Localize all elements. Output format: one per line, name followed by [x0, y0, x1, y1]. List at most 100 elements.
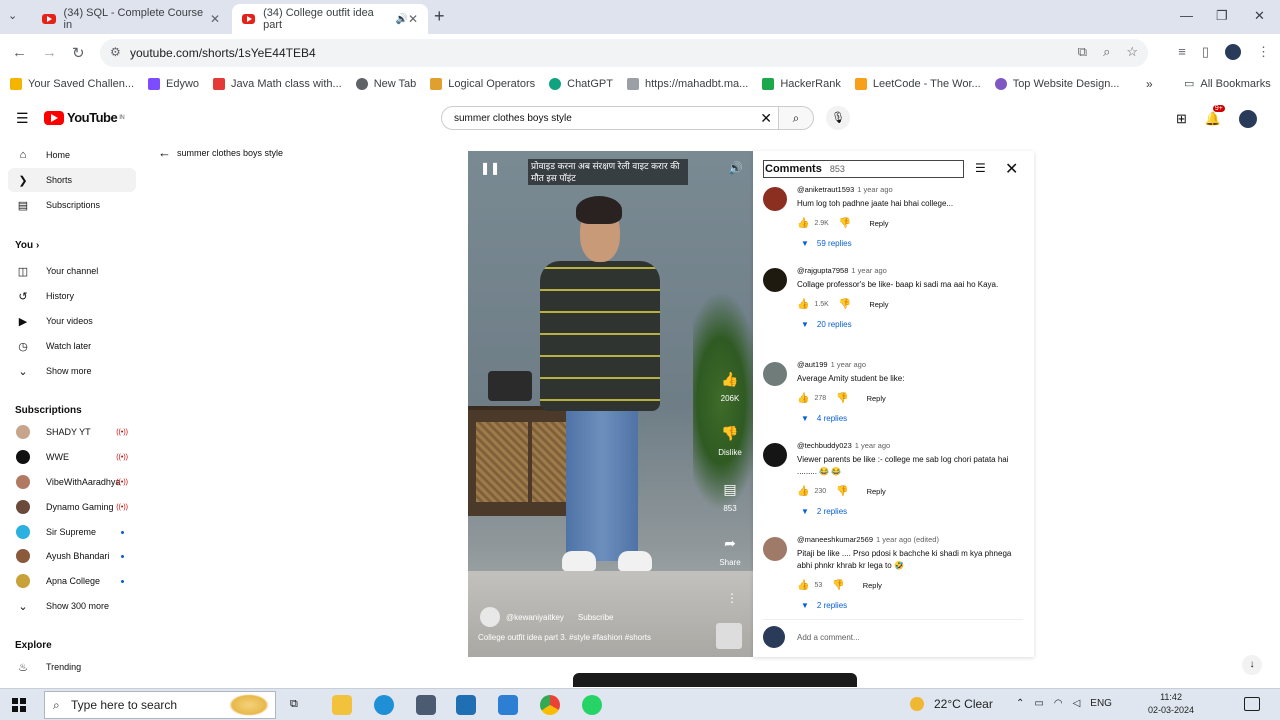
create-icon[interactable]: ⊞ — [1176, 111, 1187, 127]
bookmark-item[interactable]: Your Saved Challen... — [10, 78, 134, 90]
sidebar-item-show-more[interactable]: ⌄ Show more — [8, 359, 136, 383]
view-replies-button[interactable]: ▼ 2 replies — [801, 507, 1017, 516]
bookmark-item[interactable]: Java Math class with... — [213, 78, 342, 90]
sidebar-item-show-more-subs[interactable]: ⌄ Show 300 more — [8, 594, 136, 618]
comment-avatar[interactable] — [763, 537, 787, 561]
edge-browser-icon[interactable] — [374, 695, 394, 715]
comment-author[interactable]: @aut199 — [797, 360, 828, 369]
bookmark-item[interactable]: New Tab — [355, 78, 416, 90]
reply-button[interactable]: Reply — [869, 219, 888, 228]
browser-tab-2[interactable]: (34) College outfit idea part 🔊 ✕ — [232, 4, 428, 34]
bookmark-star-icon[interactable]: ☆ — [1126, 44, 1138, 60]
comment-time[interactable]: 1 year ago — [851, 266, 886, 275]
taskbar-search-input[interactable]: ⌕ Type here to search — [44, 691, 276, 719]
back-arrow-icon[interactable]: ← — [12, 44, 27, 61]
thumbs-up-icon[interactable]: 👍 — [797, 580, 809, 591]
bookmarks-overflow-icon[interactable]: » — [1146, 77, 1153, 91]
search-input[interactable]: summer clothes boys style ✕ — [441, 106, 779, 130]
subscription-item[interactable]: SHADY YT ((•)) — [8, 420, 136, 444]
view-replies-button[interactable]: ▼ 59 replies — [801, 239, 1017, 248]
window-close-icon[interactable]: ✕ — [1254, 8, 1265, 24]
url-input[interactable]: ⚙ youtube.com/shorts/1sYeE44TEB4 ⧉ ⌕ ☆ — [100, 39, 1148, 67]
next-short-arrow-icon[interactable]: ↓ — [1242, 655, 1262, 675]
camera-app-icon[interactable] — [416, 695, 436, 715]
subscribe-button[interactable]: Subscribe — [578, 613, 614, 622]
chrome-icon[interactable] — [540, 695, 560, 715]
close-icon[interactable]: ✕ — [210, 12, 220, 26]
open-external-icon[interactable]: ⧉ — [1078, 44, 1087, 60]
comment-author[interactable]: @maneeshkumar2569 — [797, 535, 873, 544]
thumbs-down-icon[interactable]: 👎 — [836, 486, 848, 497]
view-replies-button[interactable]: ▼ 4 replies — [801, 414, 1017, 423]
bookmark-item[interactable]: Logical Operators — [430, 78, 535, 90]
comment-author[interactable]: @rajgupta7958 — [797, 266, 848, 275]
sidebar-item-trending[interactable]: ♨ Trending — [8, 655, 136, 679]
share-button[interactable]: ➦ Share — [714, 535, 746, 567]
volume-icon[interactable]: 🔊 — [728, 161, 743, 175]
comment-time[interactable]: 1 year ago (edited) — [876, 535, 939, 544]
profile-avatar[interactable] — [1225, 44, 1241, 60]
wifi-icon[interactable]: ◠ — [1054, 698, 1063, 709]
tab-search-icon[interactable]: ⌄ — [8, 9, 17, 22]
task-view-icon[interactable]: ⧉ — [290, 698, 310, 718]
forward-arrow-icon[interactable]: → — [42, 44, 57, 61]
new-tab-icon[interactable]: + — [434, 6, 445, 27]
you-heading[interactable]: You › — [15, 240, 39, 251]
bookmark-item[interactable]: LeetCode - The Wor... — [854, 78, 981, 90]
sort-comments-icon[interactable]: ☰ — [975, 161, 986, 175]
sidebar-item-your-videos[interactable]: ▶ Your videos — [8, 309, 136, 333]
back-to-search-link[interactable]: ← summer clothes boys style — [158, 145, 283, 160]
sidebar-item-your-channel[interactable]: ◫ Your channel — [8, 259, 136, 283]
view-replies-button[interactable]: ▼ 20 replies — [801, 320, 1017, 329]
subscription-item[interactable]: Sir Supreme — [8, 520, 136, 544]
sidebar-item-shorts[interactable]: ❯ Shorts — [8, 168, 136, 192]
bookmark-item[interactable]: ChatGPT — [549, 78, 613, 90]
minimize-icon[interactable]: — — [1180, 8, 1193, 23]
add-comment-input[interactable]: Add a comment... — [763, 619, 1023, 648]
kebab-menu-icon[interactable]: ⋮ — [1257, 44, 1270, 60]
language-indicator[interactable]: ENG — [1090, 698, 1112, 709]
maximize-icon[interactable]: ❐ — [1216, 8, 1228, 24]
thumbs-up-icon[interactable]: 👍 — [797, 218, 809, 229]
next-short-preview[interactable] — [573, 673, 857, 687]
media-icon[interactable]: ≡ — [1178, 44, 1186, 60]
weather-widget[interactable]: 22°C Clear — [910, 697, 993, 711]
like-button[interactable]: 👍 206K — [714, 371, 746, 403]
close-icon[interactable]: ✕ — [408, 12, 418, 26]
more-options-icon[interactable]: ⋮ — [726, 591, 738, 605]
clear-search-icon[interactable]: ✕ — [760, 110, 772, 127]
file-explorer-icon[interactable] — [332, 695, 352, 715]
speaker-icon[interactable]: ◁ — [1073, 698, 1081, 709]
reply-button[interactable]: Reply — [867, 487, 886, 496]
channel-name[interactable]: @kewaniyaitkey — [506, 613, 564, 622]
comment-avatar[interactable] — [763, 443, 787, 467]
action-center-icon[interactable] — [1244, 697, 1260, 711]
youtube-logo[interactable]: YouTube IN — [44, 110, 125, 125]
voice-search-button[interactable]: 🎙 — [826, 106, 850, 130]
bookmark-item[interactable]: https://mahadbt.ma... — [626, 78, 748, 90]
vscode-icon[interactable] — [498, 695, 518, 715]
sidebar-item-watch-later[interactable]: ◷ Watch later — [8, 334, 136, 358]
sidepanel-icon[interactable]: ▯ — [1202, 44, 1209, 60]
subscription-item[interactable]: Dynamo Gaming ((•)) — [8, 495, 136, 519]
battery-icon[interactable]: ▭ — [1034, 698, 1043, 709]
windows-start-icon[interactable] — [12, 698, 26, 712]
hamburger-menu-icon[interactable]: ☰ — [16, 110, 29, 127]
terminal-app-icon[interactable] — [456, 695, 476, 715]
site-info-icon[interactable]: ⚙ — [110, 45, 121, 59]
thumbs-up-icon[interactable]: 👍 — [797, 486, 809, 497]
bookmark-item[interactable]: HackerRank — [762, 78, 841, 90]
whatsapp-icon[interactable] — [582, 695, 602, 715]
account-avatar[interactable] — [1239, 110, 1258, 128]
dislike-button[interactable]: 👎 Dislike — [714, 425, 746, 457]
comments-button[interactable]: ▤ 853 — [714, 481, 746, 513]
comment-avatar[interactable] — [763, 268, 787, 292]
all-bookmarks-button[interactable]: ▭ All Bookmarks — [1184, 77, 1271, 91]
chevron-up-icon[interactable]: ⌃ — [1016, 698, 1024, 709]
comment-author[interactable]: @aniketraut1593 — [797, 185, 854, 194]
sidebar-item-subscriptions[interactable]: ▤ Subscriptions — [8, 193, 136, 217]
reply-button[interactable]: Reply — [869, 300, 888, 309]
reply-button[interactable]: Reply — [867, 394, 886, 403]
bookmark-item[interactable]: Edywo — [148, 78, 199, 90]
bookmark-item[interactable]: Top Website Design... — [994, 78, 1119, 90]
